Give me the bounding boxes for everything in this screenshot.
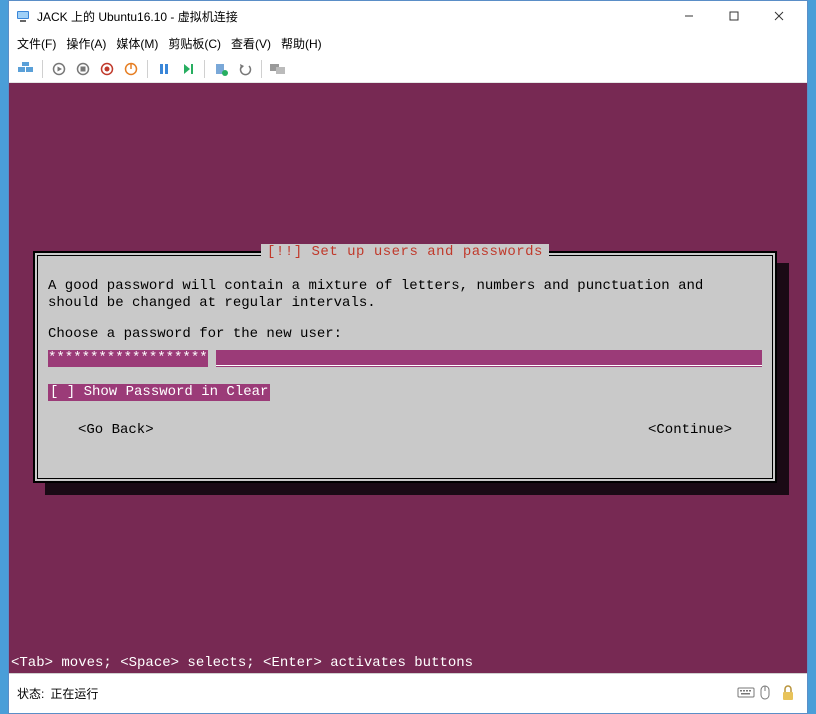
password-value: ******************* — [48, 350, 208, 367]
window-controls — [666, 2, 801, 30]
statusbar: 状态: 正在运行 — [9, 673, 807, 713]
continue-button[interactable]: <Continue> — [648, 422, 732, 439]
password-input[interactable]: ******************* — [48, 350, 762, 367]
app-icon — [15, 8, 31, 24]
menu-help[interactable]: 帮助(H) — [281, 35, 322, 52]
mouse-icon — [759, 685, 777, 703]
save-button[interactable] — [120, 58, 142, 80]
menu-media[interactable]: 媒体(M) — [116, 35, 158, 52]
menu-view[interactable]: 查看(V) — [231, 35, 271, 52]
maximize-button[interactable] — [711, 2, 756, 30]
menu-action[interactable]: 操作(A) — [66, 35, 106, 52]
text-cursor — [208, 350, 216, 367]
reset-button[interactable] — [177, 58, 199, 80]
menu-clipboard[interactable]: 剪贴板(C) — [168, 35, 221, 52]
password-prompt: Choose a password for the new user: — [48, 326, 342, 343]
menu-file[interactable]: 文件(F) — [17, 35, 56, 52]
status-label: 状态: — [17, 685, 44, 702]
titlebar[interactable]: JACK 上的 Ubuntu16.10 - 虚拟机连接 — [9, 1, 807, 31]
checkpoint-button[interactable] — [210, 58, 232, 80]
menubar: 文件(F) 操作(A) 媒体(M) 剪贴板(C) 查看(V) 帮助(H) — [9, 31, 807, 55]
keyboard-hint: <Tab> moves; <Space> selects; <Enter> ac… — [9, 655, 807, 673]
turnoff-button[interactable] — [72, 58, 94, 80]
go-back-button[interactable]: <Go Back> — [78, 422, 154, 439]
minimize-button[interactable] — [666, 2, 711, 30]
window-title: JACK 上的 Ubuntu16.10 - 虚拟机连接 — [37, 8, 666, 25]
revert-button[interactable] — [234, 58, 256, 80]
lock-icon — [781, 685, 799, 703]
installer-dialog: [!!] Set up users and passwords A good p… — [33, 251, 777, 483]
shutdown-button[interactable] — [96, 58, 118, 80]
keyboard-icon — [737, 685, 755, 703]
dialog-title: [!!] Set up users and passwords — [261, 244, 549, 261]
pause-button[interactable] — [153, 58, 175, 80]
dialog-message: A good password will contain a mixture o… — [48, 278, 762, 312]
vm-connection-window: JACK 上的 Ubuntu16.10 - 虚拟机连接 文件(F) 操作(A) … — [8, 0, 808, 714]
toolbar — [9, 55, 807, 83]
show-password-checkbox[interactable]: [ ] Show Password in Clear — [48, 384, 270, 401]
enhanced-session-button[interactable] — [267, 58, 289, 80]
vm-display[interactable]: [!!] Set up users and passwords A good p… — [9, 83, 807, 673]
close-button[interactable] — [756, 2, 801, 30]
ctrl-alt-del-button[interactable] — [15, 58, 37, 80]
start-button[interactable] — [48, 58, 70, 80]
status-value: 正在运行 — [50, 685, 98, 702]
